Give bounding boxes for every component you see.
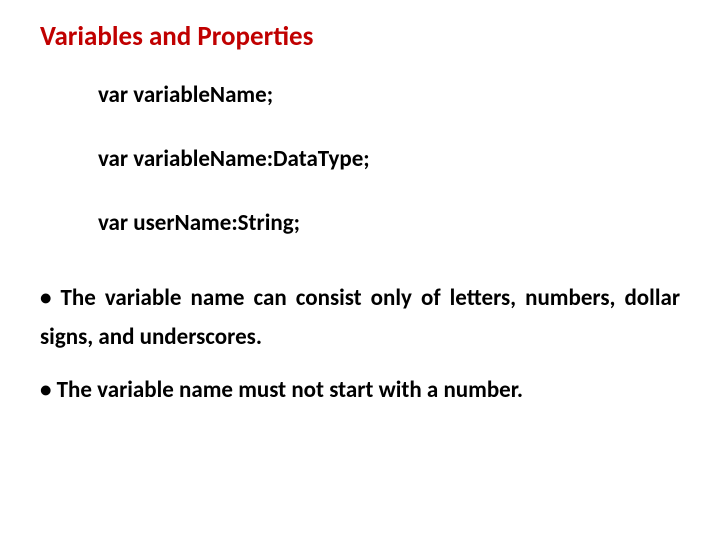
slide-title: Variables and Properties bbox=[40, 20, 680, 53]
bullet-1: • The variable name can consist only of … bbox=[40, 279, 680, 357]
bullet-2: • The variable name must not start with … bbox=[40, 371, 680, 410]
slide: Variables and Properties var variableNam… bbox=[0, 0, 720, 540]
code-line-2: var variableName:DataType; bbox=[98, 145, 680, 173]
code-line-3: var userName:String; bbox=[98, 209, 680, 237]
code-line-1: var variableName; bbox=[98, 81, 680, 109]
